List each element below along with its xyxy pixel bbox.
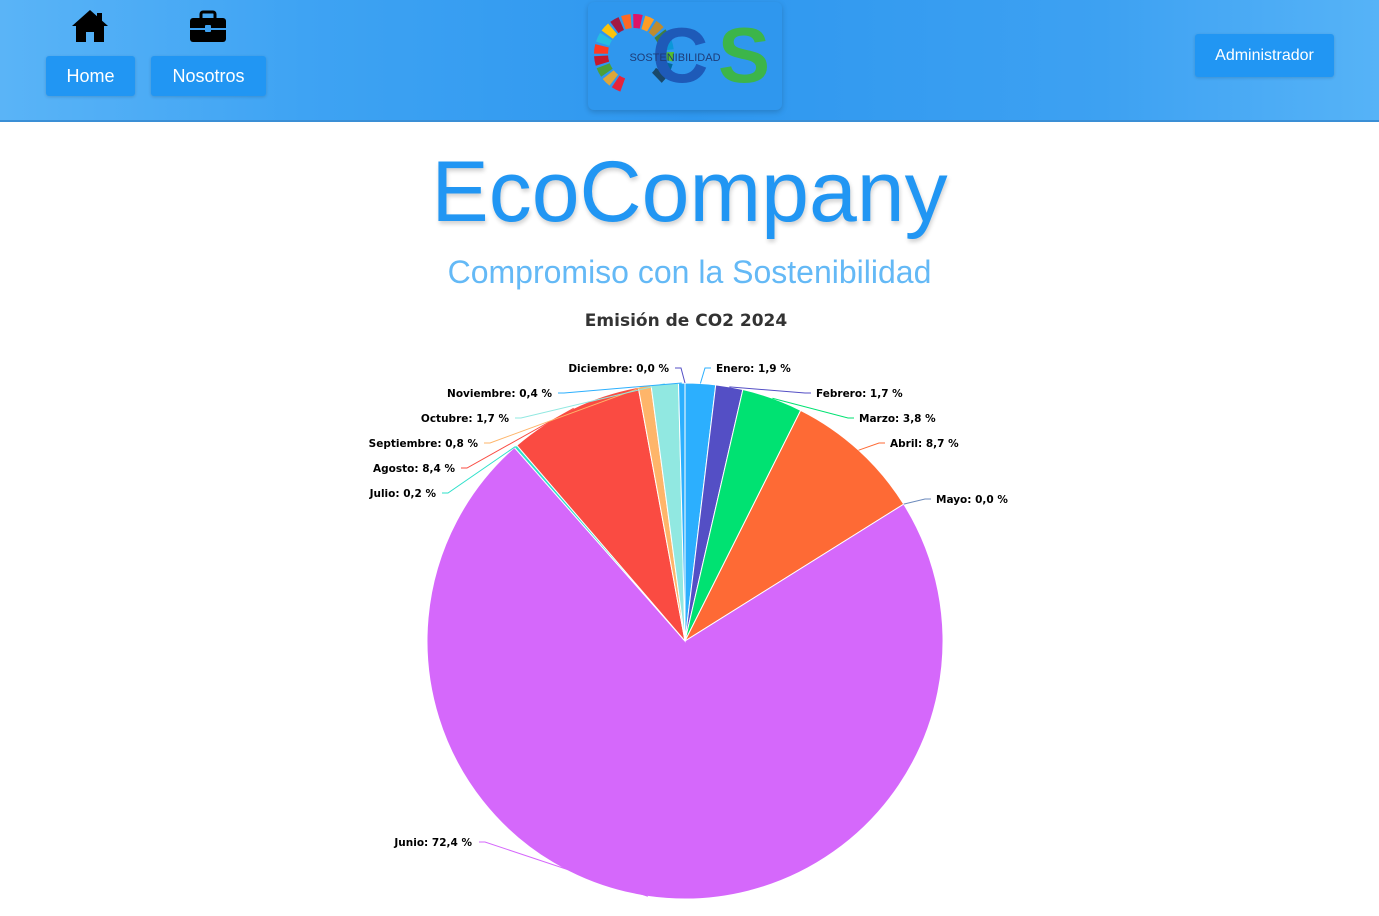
data-label-junio: Junio: 72,4 % [393,837,472,849]
data-label-enero: Enero: 1,9 % [716,363,791,375]
logo-wheel-segment [633,14,643,29]
logo-letter-s: S [718,11,770,99]
pie-slices [426,382,944,900]
data-label-abril: Abril: 8,7 % [890,438,959,450]
sdg-wheel-logo: C S SOSTENIBILIDAD [594,11,770,99]
nosotros-button[interactable]: Nosotros [151,56,266,96]
top-navbar: Home Nosotros C S SOSTENIBILIDAD Adminis… [0,0,1379,122]
home-icon[interactable] [70,8,110,44]
data-label-septiembre: Septiembre: 0,8 % [369,438,479,450]
logo-wordmark: SOSTENIBILIDAD [629,52,720,64]
data-label-marzo: Marzo: 3,8 % [859,413,936,425]
briefcase-icon[interactable] [188,8,228,44]
connector-abril [858,442,885,451]
home-button[interactable]: Home [46,56,135,96]
logo-wheel-segment [594,44,609,54]
data-label-agosto: Agosto: 8,4 % [373,463,455,475]
data-label-octubre: Octubre: 1,7 % [421,413,510,425]
data-label-febrero: Febrero: 1,7 % [816,388,903,400]
data-label-julio: Julio: 0,2 % [369,488,437,500]
page-title: EcoCompany [431,144,948,240]
chart-title: Emisión de CO2 2024 [585,311,788,331]
brand-logo[interactable]: C S SOSTENIBILIDAD [588,2,782,110]
connector-diciembre [675,367,686,384]
page-subtitle: Compromiso con la Sostenibilidad [447,254,932,290]
data-label-mayo: Mayo: 0,0 % [936,494,1008,506]
co2-pie-chart: Emisión de CO2 2024 Enero: 1,9 % Febrero:… [369,311,1008,900]
data-label-diciembre: Diciembre: 0,0 % [568,363,669,375]
connector-mayo [903,498,931,505]
administrador-button[interactable]: Administrador [1195,34,1334,77]
connector-enero [699,367,711,384]
data-label-noviembre: Noviembre: 0,4 % [447,388,552,400]
logo-wheel-segment [594,55,610,66]
